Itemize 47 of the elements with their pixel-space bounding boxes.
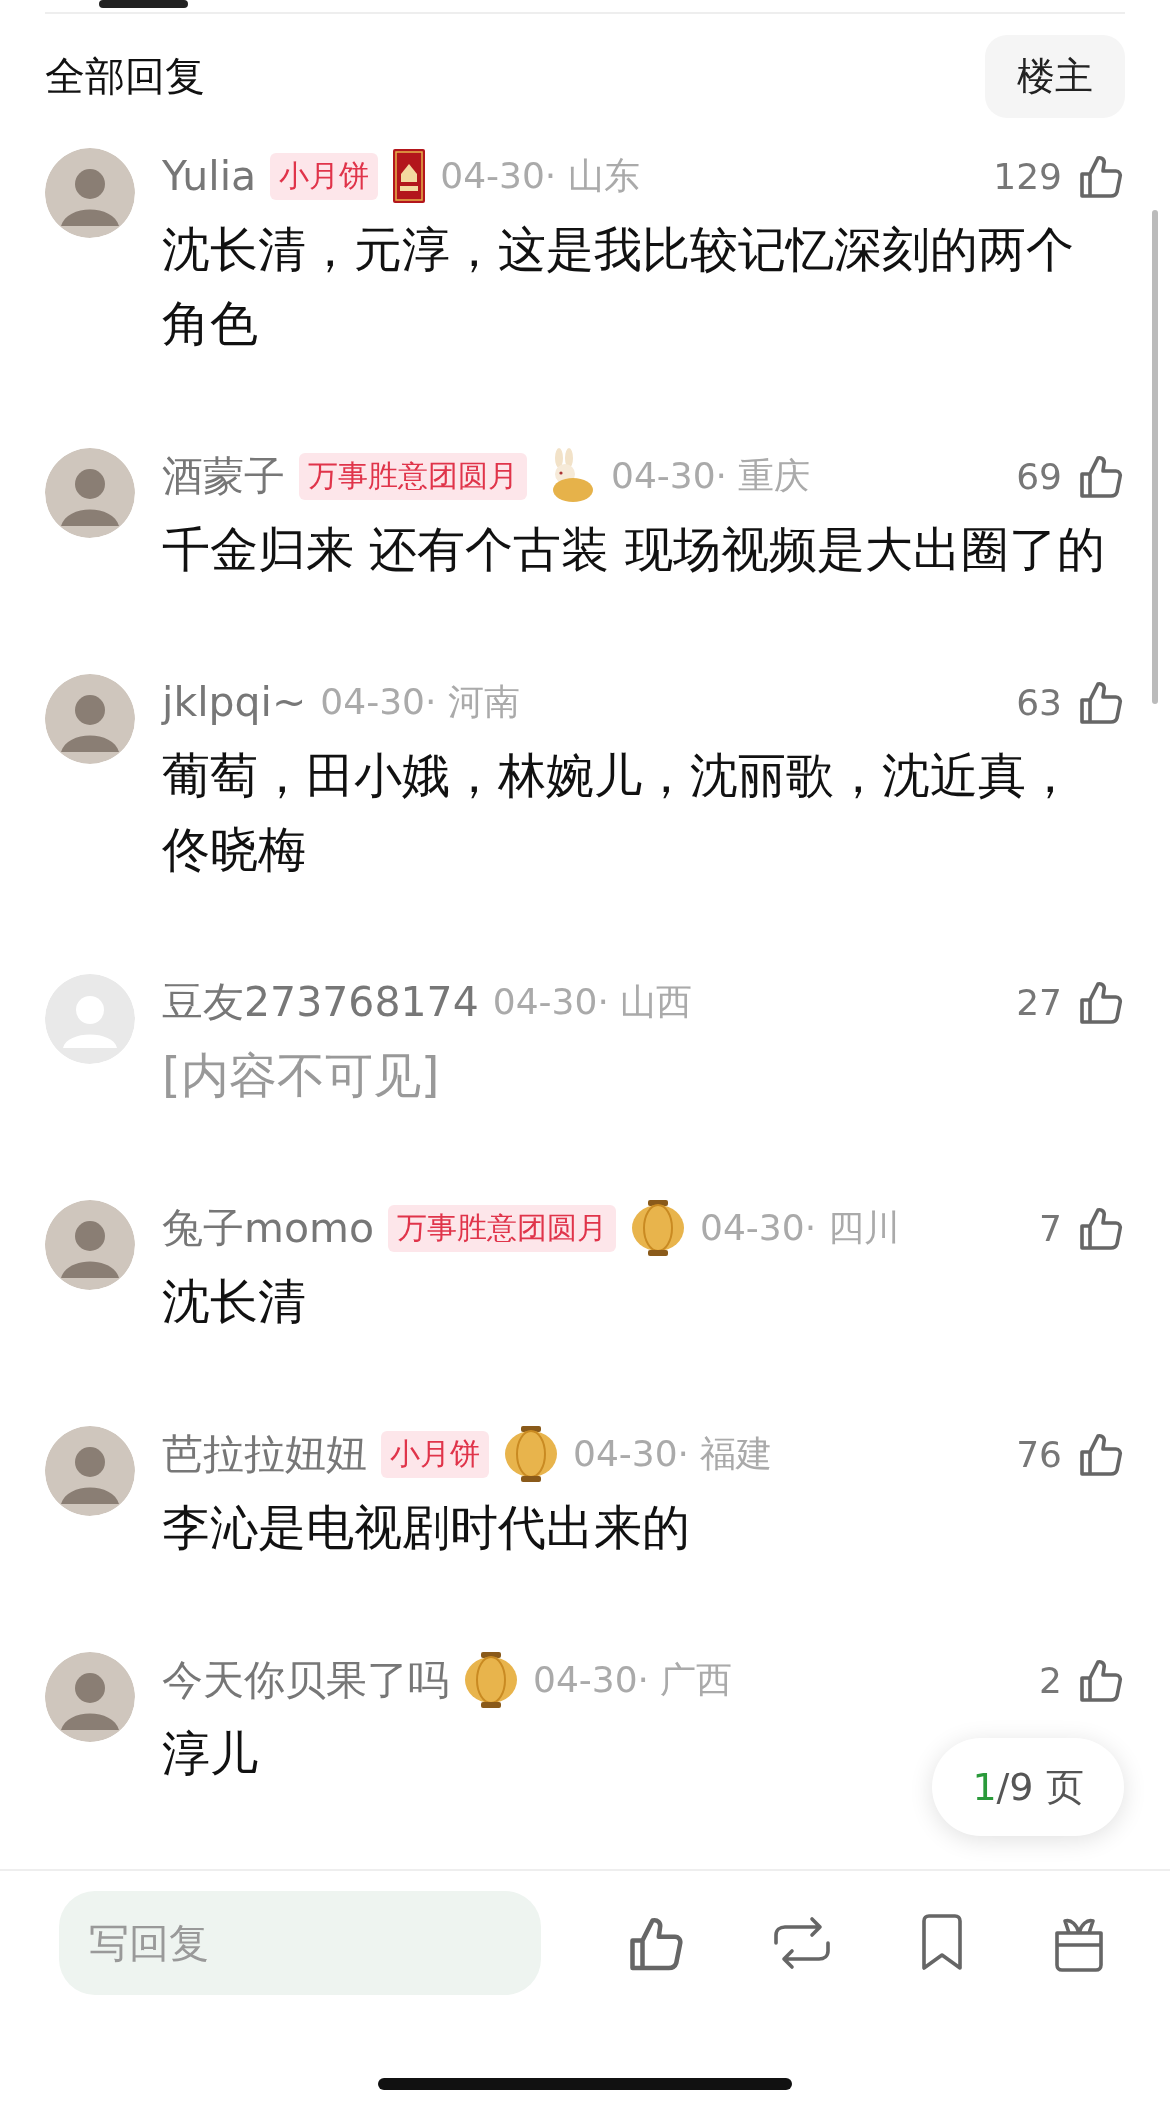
like-count: 63: [1016, 681, 1062, 723]
user-name[interactable]: 兔子momo: [162, 1200, 375, 1256]
user-badge: 万事胜意团圆月: [299, 452, 527, 500]
lantern-icon: [630, 1198, 687, 1258]
page-indicator[interactable]: 1/9 页: [932, 1738, 1124, 1836]
like-count: 27: [1016, 981, 1062, 1023]
card-icon: [392, 148, 427, 204]
comment-meta: 04-30· 广西: [533, 1657, 733, 1702]
user-name[interactable]: 豆友273768174: [162, 974, 479, 1030]
comment-text: 葡萄，田小娥，林婉儿，沈丽歌，沈近真，佟晓梅: [162, 746, 1075, 879]
comment-meta: 04-30· 河南: [320, 679, 520, 724]
like-count: 129: [993, 155, 1062, 197]
user-name[interactable]: Yulia: [162, 152, 257, 200]
comment-text: 淳儿: [162, 1724, 258, 1783]
filter-button[interactable]: 楼主: [985, 35, 1125, 118]
lantern-icon: [503, 1424, 559, 1484]
user-badge: 小月饼: [381, 1430, 489, 1478]
comment-text: 沈长清，元淳，这是我比较记忆深刻的两个角色: [162, 220, 1075, 353]
user-name[interactable]: 今天你贝果了吗: [162, 1652, 449, 1708]
reply-field[interactable]: 写回复: [59, 1891, 541, 1995]
avatar[interactable]: [45, 1426, 135, 1516]
user-name[interactable]: 芭拉拉妞妞: [162, 1426, 367, 1482]
avatar[interactable]: [45, 674, 135, 764]
user-badge: 万事胜意团圆月: [388, 1204, 617, 1252]
comment-meta: 04-30· 福建: [573, 1431, 773, 1476]
avatar[interactable]: [45, 1652, 135, 1742]
comment-meta: 04-30· 四川: [700, 1205, 900, 1250]
user-name[interactable]: jklpqi~: [162, 678, 307, 726]
like-count: 2: [1039, 1659, 1062, 1701]
avatar[interactable]: [45, 448, 135, 538]
avatar[interactable]: [45, 148, 135, 238]
avatar[interactable]: [45, 1200, 135, 1290]
comment-text: [内容不可见]: [162, 1046, 440, 1105]
scrollbar[interactable]: [1152, 210, 1158, 704]
like-count: 69: [1016, 455, 1062, 497]
section-title: 全部回复: [45, 52, 205, 101]
user-badge: 小月饼: [270, 152, 379, 200]
comment-text: 千金归来 还有个古装 现场视频是大出圈了的: [162, 520, 1105, 579]
comment-meta: 04-30· 重庆: [611, 453, 811, 498]
comment-text: 李沁是电视剧时代出来的: [162, 1498, 690, 1557]
comment-meta: 04-30· 山东: [440, 153, 640, 198]
like-count: 76: [1016, 1433, 1062, 1475]
like-count: 7: [1039, 1207, 1062, 1249]
comment-text: 沈长清: [162, 1272, 306, 1331]
lantern-icon: [463, 1650, 519, 1710]
comment-meta: 04-30· 山西: [492, 979, 693, 1024]
user-name[interactable]: 酒蒙子: [162, 448, 285, 504]
